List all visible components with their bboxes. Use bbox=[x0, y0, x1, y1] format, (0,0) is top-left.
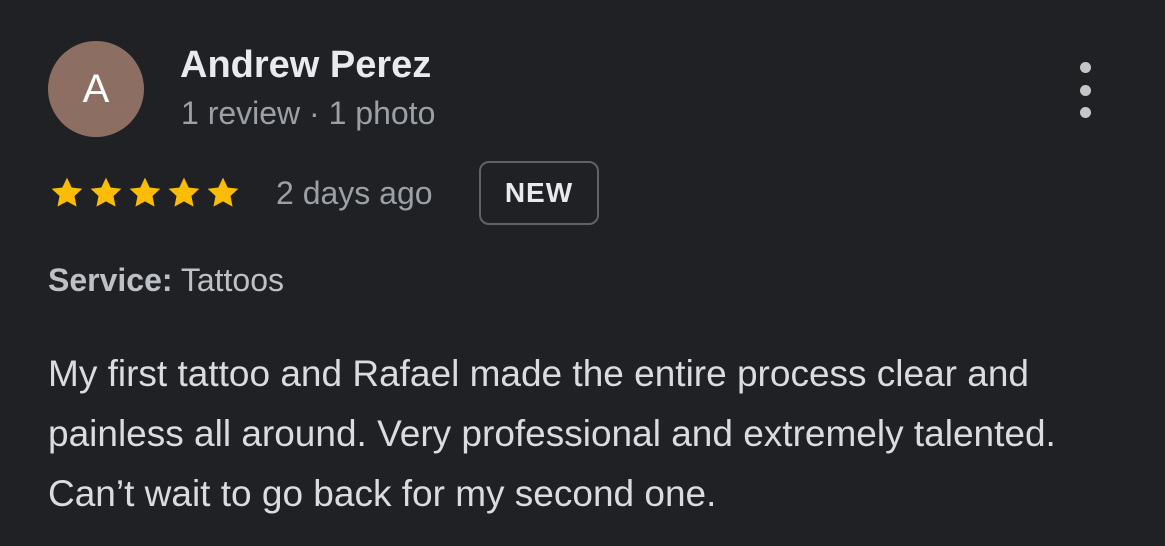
service-label: Service: bbox=[48, 262, 173, 298]
service-value: Tattoos bbox=[180, 262, 285, 298]
more-vert-icon-dot bbox=[1079, 84, 1091, 96]
reviewer-name[interactable]: Andrew Perez bbox=[180, 44, 431, 87]
review-card: A Andrew Perez 1 review · 1 photo 2 days… bbox=[0, 0, 1165, 546]
new-badge: NEW bbox=[479, 161, 599, 225]
star-icon bbox=[90, 177, 122, 207]
avatar-letter: A bbox=[82, 66, 110, 111]
review-text: My first tattoo and Rafael made the enti… bbox=[48, 353, 1056, 514]
more-vert-icon-dot bbox=[1079, 107, 1091, 118]
avatar[interactable]: A bbox=[48, 41, 144, 137]
star-icon bbox=[207, 177, 239, 207]
review-time: 2 days ago bbox=[276, 175, 433, 211]
more-options-button[interactable] bbox=[1062, 62, 1108, 118]
star-icon bbox=[51, 177, 83, 207]
star-icon bbox=[168, 177, 200, 207]
more-vert-icon bbox=[1079, 62, 1091, 73]
star-icon bbox=[129, 177, 161, 207]
star-rating bbox=[48, 170, 242, 216]
service-line: Service: Tattoos bbox=[48, 262, 284, 299]
reviewer-meta: 1 review · 1 photo bbox=[181, 95, 436, 131]
